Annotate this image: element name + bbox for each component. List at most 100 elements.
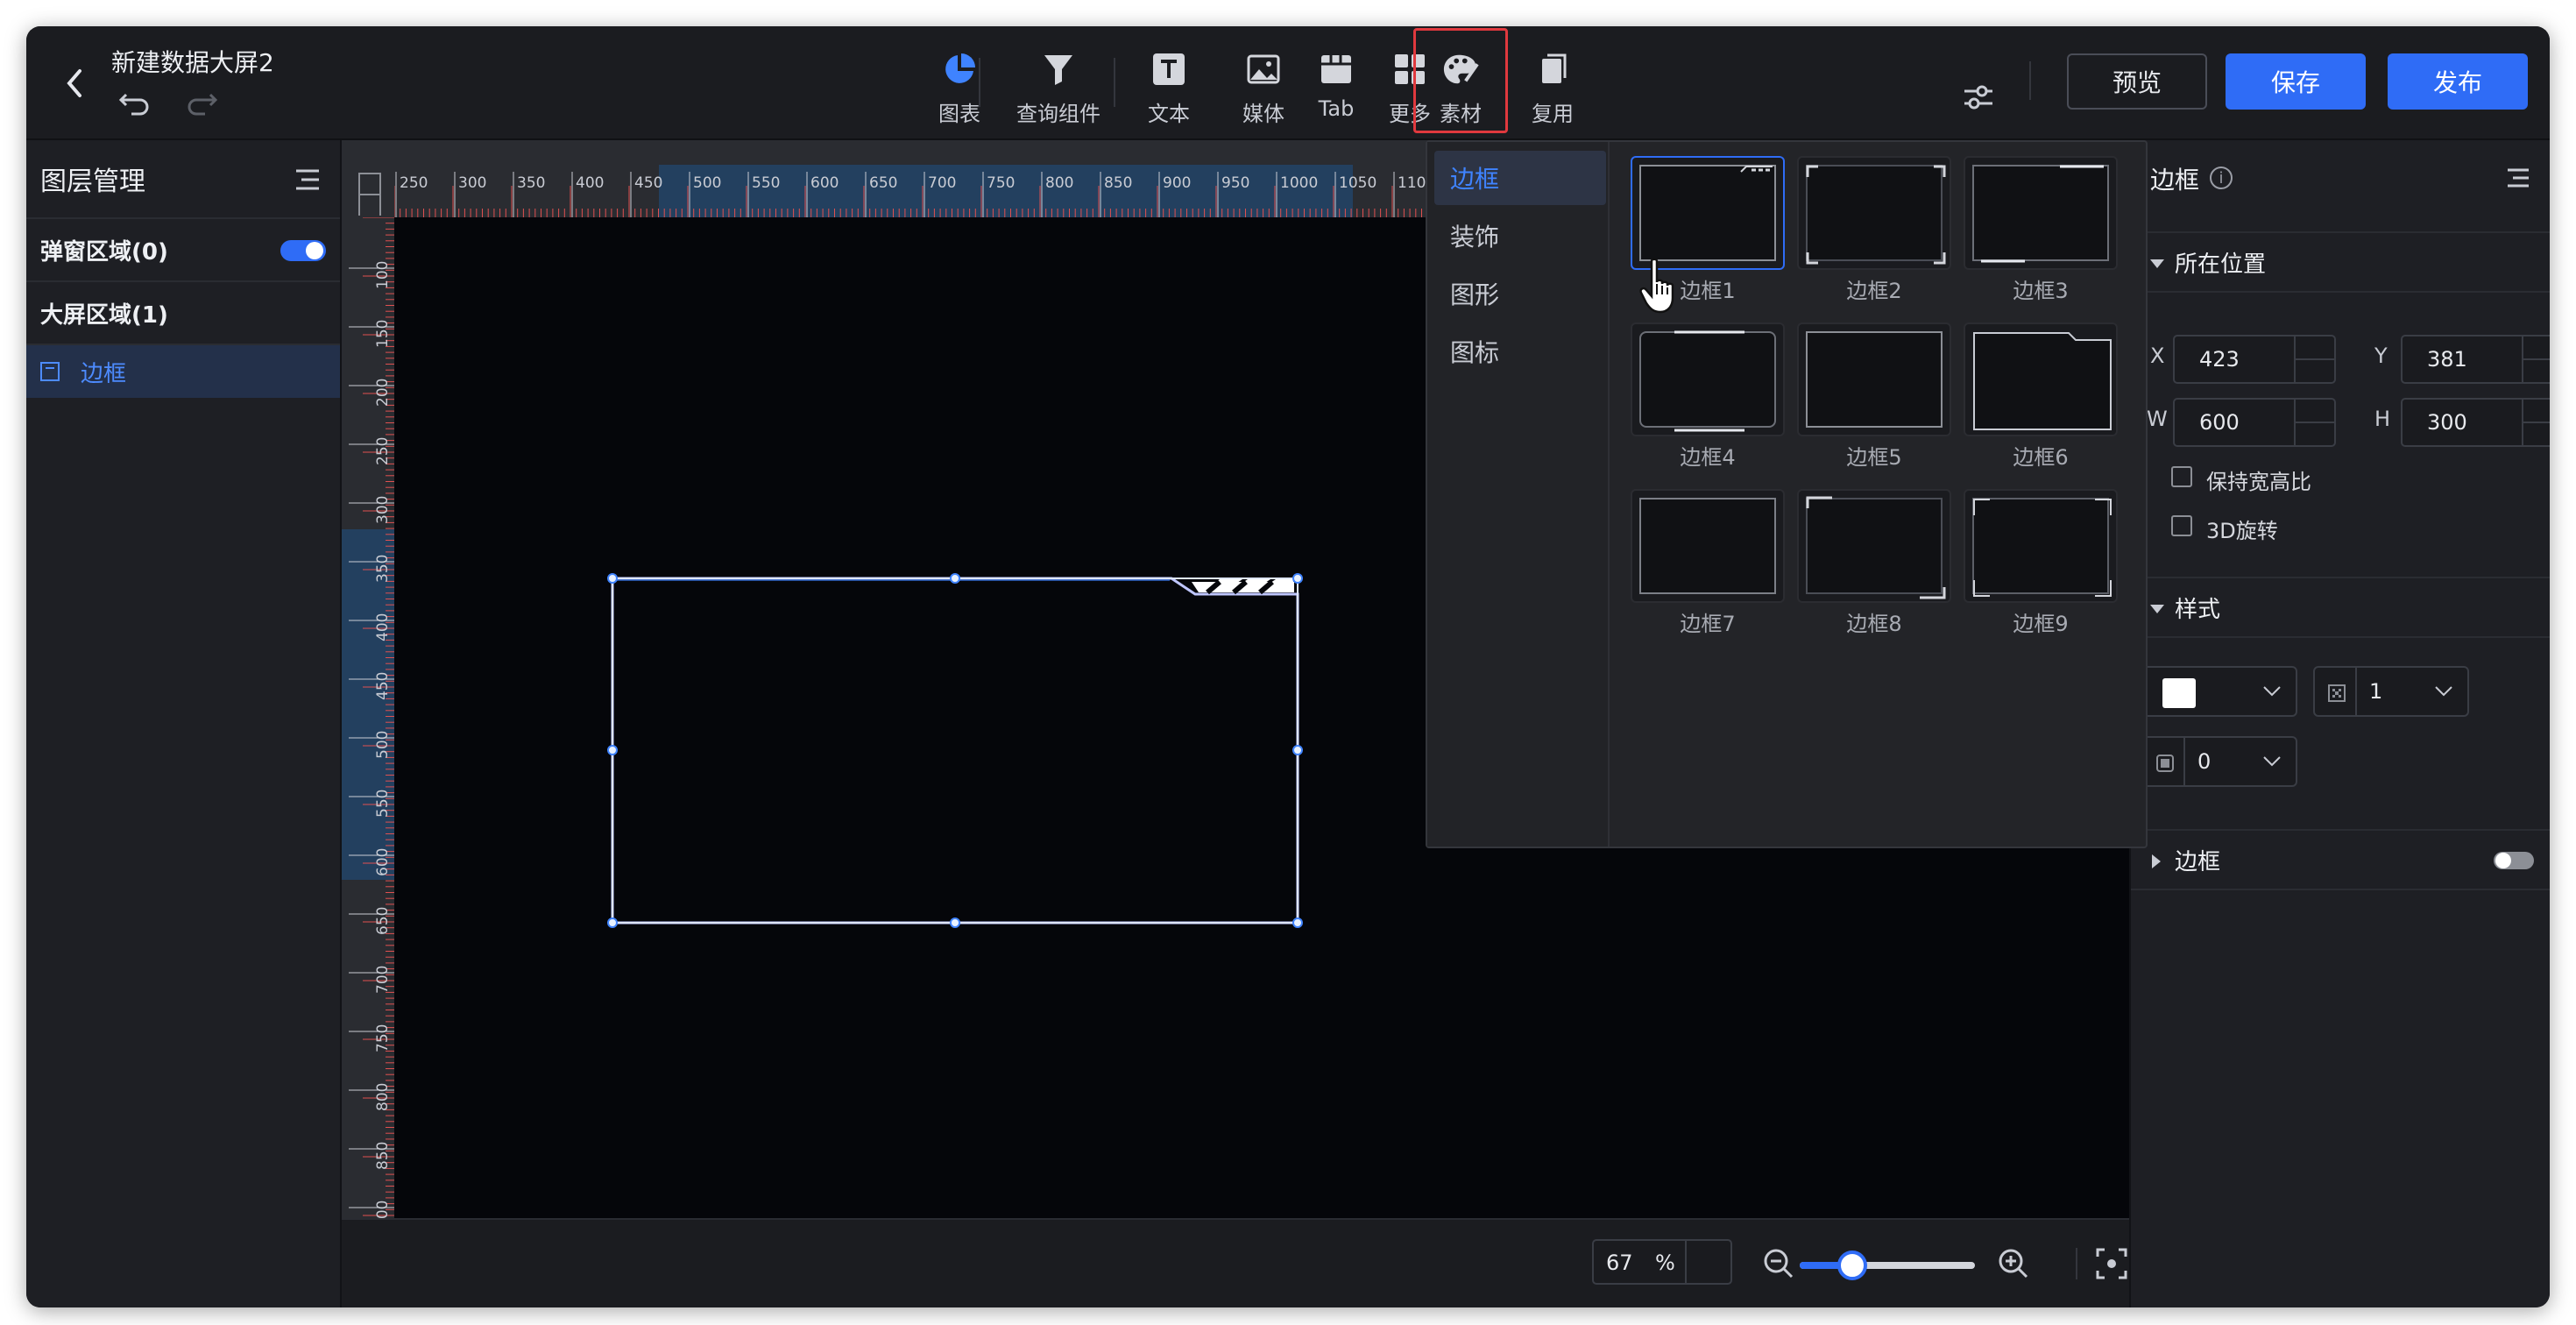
category-border[interactable]: 边框 [1434, 151, 1606, 205]
chevron-left-icon [67, 69, 81, 97]
material-label: 边框7 [1680, 612, 1736, 636]
style-section-header[interactable]: 样式 [2131, 577, 2550, 638]
layer-item-label: 边框 [81, 360, 127, 387]
ruler-tick-label: 550 [374, 790, 392, 818]
image-icon [1245, 51, 1282, 88]
ruler-tick-label: 350 [374, 555, 392, 583]
tool-text[interactable]: 文本 [1129, 44, 1208, 131]
ruler-tick-label: 500 [693, 174, 721, 192]
keep-ratio-checkbox[interactable] [2171, 466, 2192, 487]
top-toolbar: 新建数据大屏2 图表 查询组件 文本 媒体 Tab 更多 素材 复用 预览 保存… [26, 26, 2550, 140]
ruler-tick-label: 850 [374, 1142, 392, 1170]
tool-tab[interactable]: Tab [1297, 44, 1376, 131]
x-stepper[interactable] [2294, 337, 2334, 382]
opacity-select[interactable]: 1 [2313, 666, 2469, 717]
ruler-tick-label: 100 [374, 261, 392, 289]
tool-tab-label: Tab [1318, 96, 1355, 121]
back-button[interactable] [53, 61, 96, 105]
tool-media[interactable]: 媒体 [1224, 44, 1303, 131]
redo-icon[interactable] [184, 84, 219, 119]
ruler-tick-label: 650 [374, 907, 392, 935]
w-stepper[interactable] [2294, 400, 2334, 445]
preview-button[interactable]: 预览 [2067, 53, 2207, 110]
w-input[interactable]: 600 [2173, 398, 2336, 447]
fit-screen-icon[interactable] [2096, 1248, 2127, 1279]
undo-icon[interactable] [117, 84, 152, 119]
tool-query-label: 查询组件 [1016, 102, 1100, 126]
material-item-border4[interactable] [1631, 322, 1785, 436]
palette-icon [1442, 51, 1479, 88]
frame-icon [40, 362, 60, 381]
popup-area-toggle[interactable] [280, 240, 326, 261]
ruler-tick-label: 800 [374, 1083, 392, 1111]
popup-area-label: 弹窗区域(0) [40, 238, 168, 266]
y-input[interactable]: 381 [2401, 335, 2550, 384]
material-item-border5[interactable] [1797, 322, 1951, 436]
layer-item-border[interactable]: 边框 [26, 345, 340, 398]
w-value: 600 [2199, 410, 2240, 435]
tool-reuse-label: 复用 [1532, 102, 1574, 126]
position-section-header[interactable]: 所在位置 [2131, 231, 2550, 293]
filter-icon [1040, 51, 1077, 88]
material-item-border1[interactable] [1631, 156, 1785, 270]
style-section-label: 样式 [2175, 596, 2221, 623]
color-picker[interactable] [2141, 666, 2297, 717]
divider [979, 58, 980, 107]
vertical-ruler[interactable]: 100 150 200 250 300 350 400 450 500 550 600 650 700 7… [342, 217, 394, 1218]
menu-icon[interactable] [294, 167, 321, 192]
material-popup: 边框 装饰 图形 图标 边框1 边框2 边框3 边框4 边框5 边框6 边框7 … [1426, 140, 2148, 848]
border-section-header[interactable]: 边框 [2131, 829, 2550, 890]
category-shape[interactable]: 图形 [1434, 266, 1606, 321]
tool-material[interactable]: 素材 [1421, 44, 1500, 131]
ruler-tick-label: 250 [374, 437, 392, 465]
material-item-border2[interactable] [1797, 156, 1951, 270]
border-toggle[interactable] [2494, 852, 2534, 869]
material-item-border3[interactable] [1964, 156, 2118, 270]
tool-chart-label: 图表 [938, 102, 980, 126]
y-stepper[interactable] [2522, 337, 2550, 382]
publish-button[interactable]: 发布 [2388, 53, 2528, 110]
material-label: 边框8 [1846, 612, 1902, 636]
caret-down-icon [2150, 605, 2164, 613]
ruler-tick-label: 950 [1221, 174, 1249, 192]
rotate3d-label: 3D旋转 [2206, 519, 2278, 543]
h-stepper[interactable] [2522, 400, 2550, 445]
zoom-stepper[interactable] [1685, 1241, 1730, 1283]
info-icon[interactable]: i [2210, 167, 2233, 189]
material-item-border9[interactable] [1964, 489, 2118, 603]
tool-query[interactable]: 查询组件 [1001, 44, 1115, 131]
save-button[interactable]: 保存 [2226, 53, 2366, 110]
material-item-border8[interactable] [1797, 489, 1951, 603]
zoom-in-icon[interactable] [1998, 1248, 2029, 1279]
layer-panel-header: 图层管理 [26, 140, 340, 219]
zoom-out-icon[interactable] [1763, 1248, 1794, 1279]
menu-icon[interactable] [2506, 167, 2530, 189]
material-label: 边框6 [2013, 445, 2069, 470]
material-item-border7[interactable] [1631, 489, 1785, 603]
category-icon[interactable]: 图标 [1434, 324, 1606, 379]
h-input[interactable]: 300 [2401, 398, 2550, 447]
material-item-border6[interactable] [1964, 322, 2118, 436]
ruler-tick-label: 300 [458, 174, 486, 192]
tool-chart[interactable]: 图表 [920, 44, 999, 131]
rotate3d-checkbox[interactable] [2171, 515, 2192, 536]
tool-text-label: 文本 [1148, 102, 1190, 126]
zoom-input[interactable]: 67 % [1592, 1239, 1732, 1285]
popup-area-section[interactable]: 弹窗区域(0) [26, 219, 340, 282]
category-decoration[interactable]: 装饰 [1434, 209, 1606, 263]
zoom-slider-handle[interactable] [1837, 1251, 1867, 1280]
x-input[interactable]: 423 [2173, 335, 2336, 384]
radius-select[interactable]: 0 [2141, 736, 2297, 787]
zoom-slider[interactable] [1800, 1251, 1975, 1280]
screen-area-section[interactable]: 大屏区域(1) [26, 282, 340, 345]
ruler-tick-label: 450 [374, 672, 392, 700]
document-title[interactable]: 新建数据大屏2 [111, 44, 274, 79]
property-panel: 边框 i 所在位置 X 423 Y 381 W 600 H 300 保持宽高比 … [2129, 140, 2550, 1307]
chevron-down-icon [2263, 756, 2281, 767]
sliders-icon[interactable] [1961, 81, 1996, 116]
zoom-value: 67 [1606, 1251, 1633, 1275]
layer-panel: 图层管理 弹窗区域(0) 大屏区域(1) 边框 [26, 140, 342, 1307]
screen-area-label: 大屏区域(1) [40, 301, 168, 329]
tool-reuse[interactable]: 复用 [1513, 44, 1592, 131]
ruler-tick-label: 400 [374, 613, 392, 641]
